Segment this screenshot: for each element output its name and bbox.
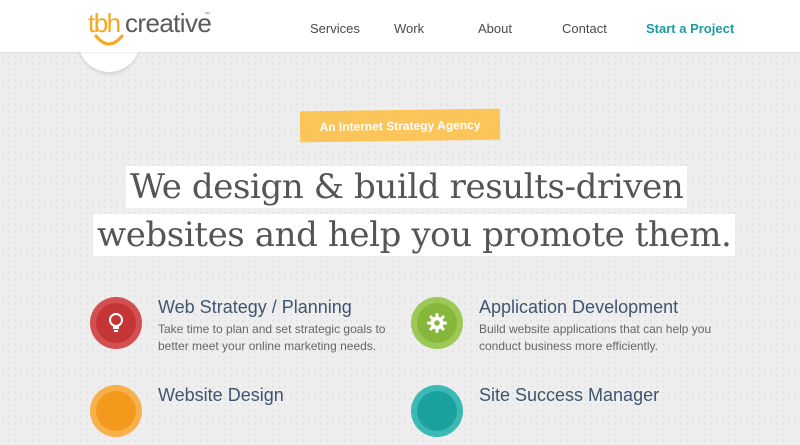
service-website-design[interactable]: Website Design [90, 385, 410, 445]
service-web-strategy[interactable]: Web Strategy / Planning Take time to pla… [90, 297, 410, 367]
service-title: Site Success Manager [479, 385, 660, 405]
design-icon-circle [90, 385, 142, 437]
headline-line-2: websites and help you promote them. [93, 214, 736, 256]
service-title: Application Development [479, 297, 679, 317]
service-description: Build website applications that can help… [479, 322, 712, 353]
nav-services[interactable]: Services [310, 21, 360, 36]
service-description: Take time to plan and set strategic goal… [158, 322, 386, 353]
nav-about[interactable]: About [478, 21, 512, 36]
service-title: Website Design [158, 385, 284, 405]
logo-name: creative [125, 8, 212, 38]
gear-icon [427, 313, 447, 333]
lightbulb-icon-circle [90, 297, 142, 349]
service-application-development[interactable]: Application Development Build website ap… [411, 297, 731, 367]
headline-line-1: We design & build results-driven [126, 166, 688, 208]
service-site-success-manager[interactable]: Site Success Manager [411, 385, 731, 445]
start-project-link[interactable]: Start a Project [646, 21, 734, 36]
nav-work[interactable]: Work [394, 21, 424, 36]
chart-icon-circle [411, 385, 463, 437]
smile-icon [94, 34, 124, 46]
service-title: Web Strategy / Planning [158, 297, 352, 317]
logo-trademark: ™ [204, 12, 210, 18]
nav-contact[interactable]: Contact [562, 21, 607, 36]
gear-icon-circle [411, 297, 463, 349]
tagline-badge: An Internet Strategy Agency [299, 108, 501, 143]
lightbulb-icon [109, 313, 123, 332]
